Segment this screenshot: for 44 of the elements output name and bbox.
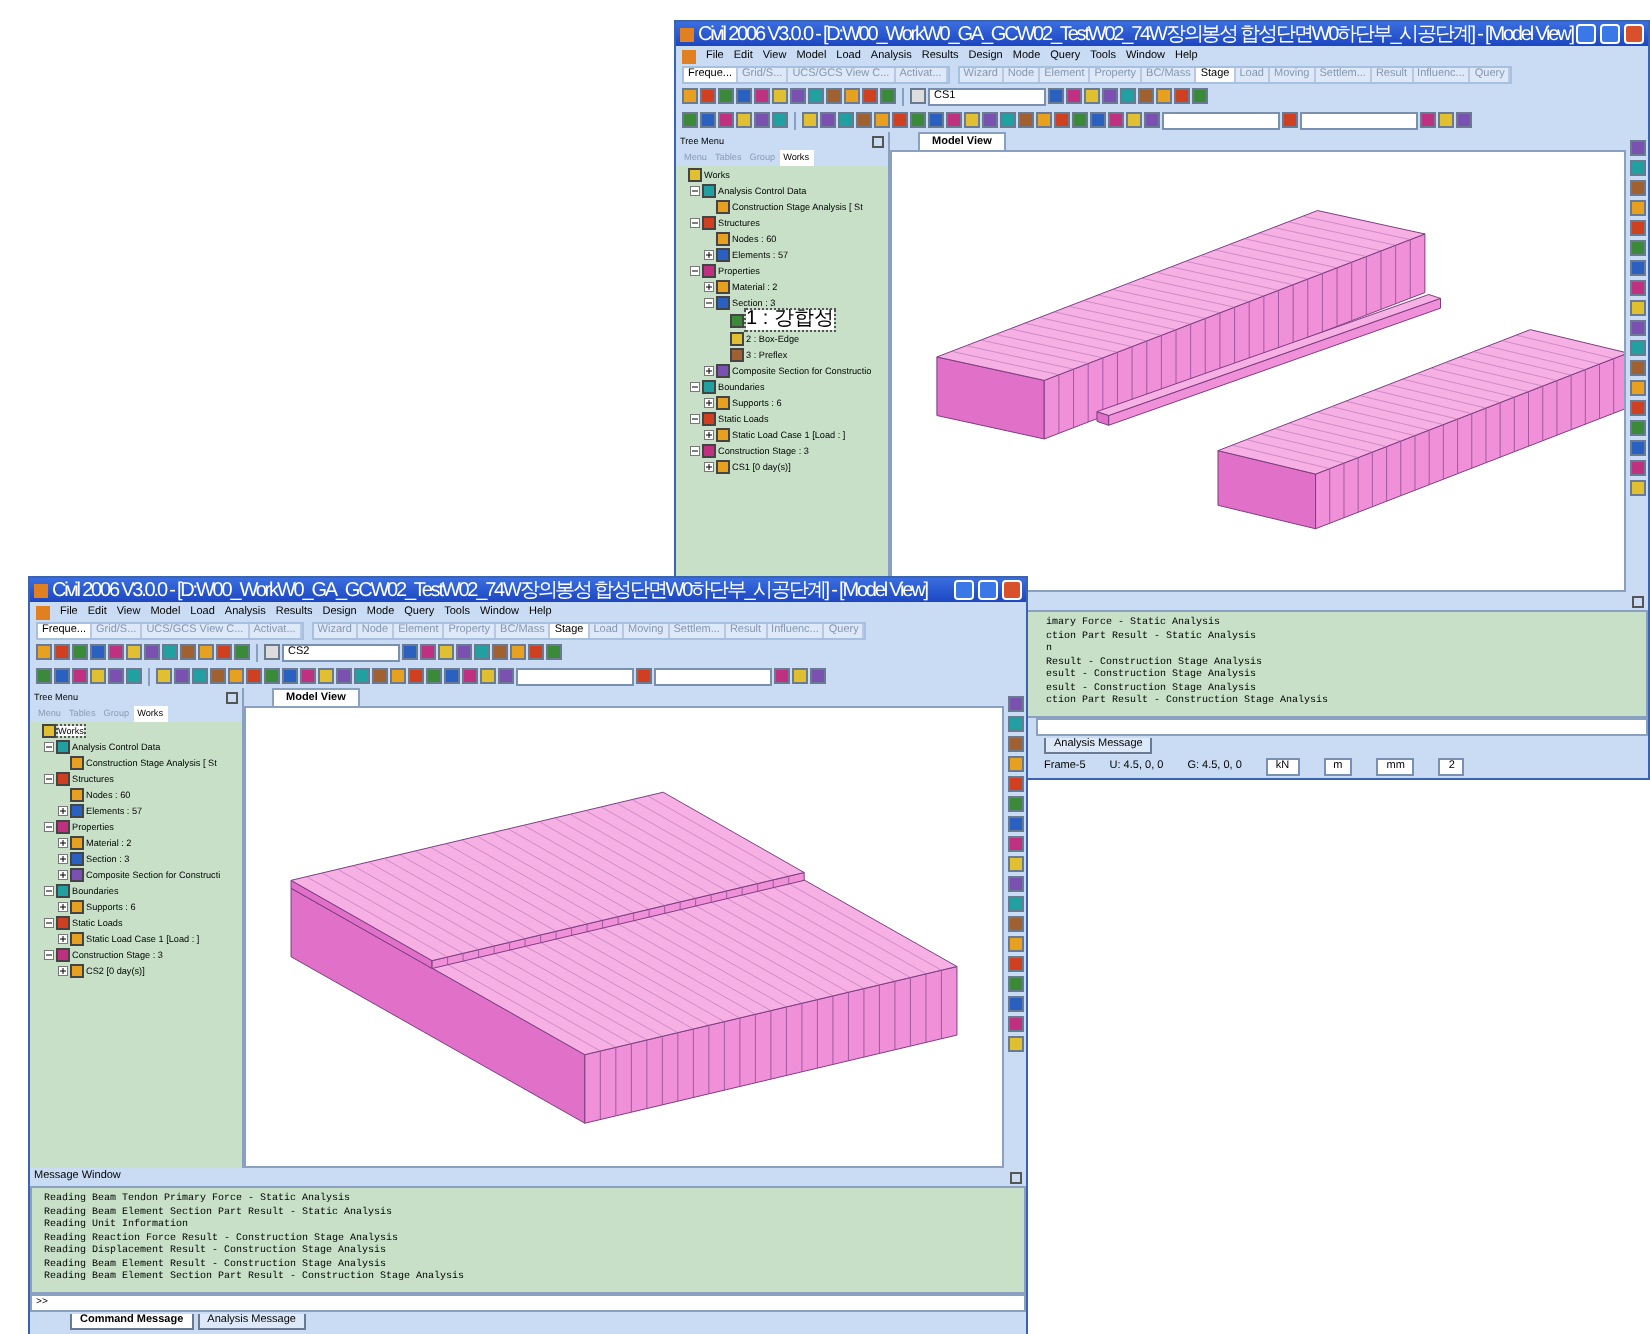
minimize-button[interactable] — [954, 580, 974, 600]
expand-toggle[interactable] — [704, 365, 714, 375]
dropdown[interactable] — [516, 667, 634, 685]
collapse-toggle[interactable] — [690, 265, 700, 275]
collapse-toggle[interactable] — [690, 217, 700, 227]
dropdown[interactable] — [1300, 111, 1418, 129]
window-title: Civil 2006 V3.0.0 - [D:W00_WorkW0_GA_GCW02_TestW02_74W장의봉성 합성단면W0하단부_시공단계] - [Model View] — [52, 578, 930, 602]
expand-toggle[interactable] — [704, 249, 714, 259]
expand-toggle[interactable] — [58, 853, 68, 863]
dropdown[interactable] — [1162, 111, 1280, 129]
collapse-toggle[interactable] — [44, 885, 54, 895]
expand-toggle[interactable] — [704, 281, 714, 291]
window-title: Civil 2006 V3.0.0 - [D:W00_WorkW0_GA_GCW02_TestW02_74W장의봉성 합성단면W0하단부_시공단계] - [Model View] — [698, 22, 1573, 46]
maximize-button[interactable] — [978, 580, 998, 600]
close-icon[interactable] — [1632, 595, 1644, 607]
minimize-button[interactable] — [1576, 24, 1597, 44]
collapse-toggle[interactable] — [44, 949, 54, 959]
close-icon[interactable] — [872, 135, 884, 147]
close-button[interactable] — [1002, 580, 1022, 600]
collapse-toggle[interactable] — [44, 917, 54, 927]
expand-toggle[interactable] — [704, 429, 714, 439]
collapse-toggle[interactable] — [690, 185, 700, 195]
expand-toggle[interactable] — [704, 461, 714, 471]
tree-item[interactable]: 1 : 강합성 — [746, 310, 834, 330]
command-field[interactable] — [1036, 718, 1648, 736]
expand-toggle[interactable] — [58, 901, 68, 911]
collapse-toggle[interactable] — [44, 773, 54, 783]
collapse-toggle[interactable] — [690, 381, 700, 391]
collapse-toggle[interactable] — [44, 741, 54, 751]
expand-toggle[interactable] — [58, 805, 68, 815]
expand-toggle[interactable] — [58, 837, 68, 847]
collapse-toggle[interactable] — [690, 413, 700, 423]
close-icon[interactable] — [1010, 1171, 1022, 1183]
dropdown[interactable] — [654, 667, 772, 685]
expand-toggle[interactable] — [704, 397, 714, 407]
collapse-toggle[interactable] — [704, 297, 714, 307]
close-button[interactable] — [1624, 24, 1645, 44]
expand-toggle[interactable] — [58, 933, 68, 943]
expand-toggle[interactable] — [58, 965, 68, 975]
collapse-toggle[interactable] — [690, 445, 700, 455]
maximize-button[interactable] — [1600, 24, 1621, 44]
collapse-toggle[interactable] — [44, 821, 54, 831]
expand-toggle[interactable] — [58, 869, 68, 879]
close-icon[interactable] — [226, 691, 238, 703]
